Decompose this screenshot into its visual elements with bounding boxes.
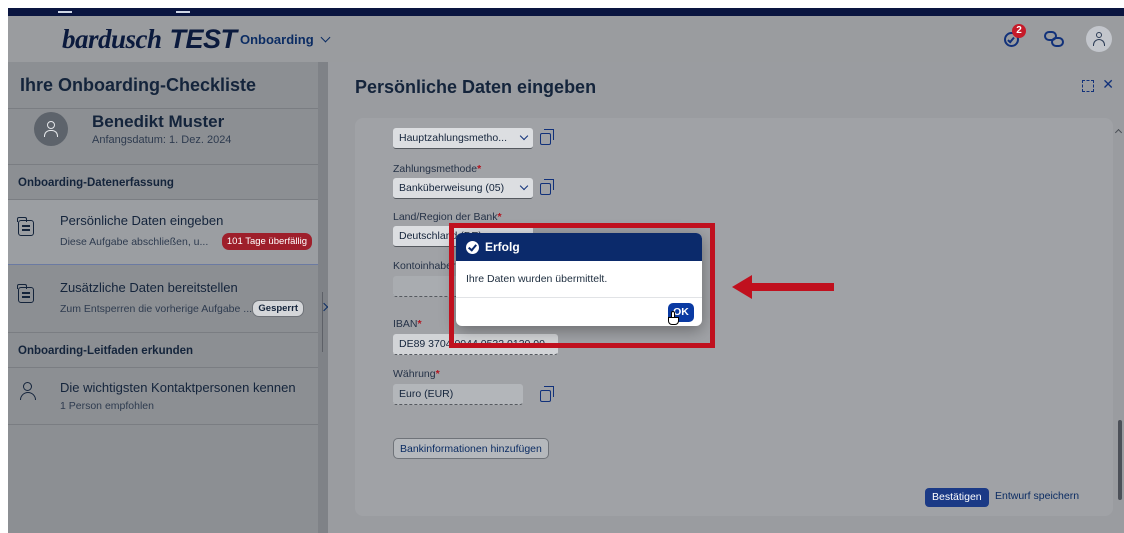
currency-input[interactable]: Euro (EUR) <box>393 384 523 405</box>
checklist-title: Ihre Onboarding-Checkliste <box>20 75 257 95</box>
notification-count-badge: 2 <box>1012 24 1026 38</box>
task-subtitle: 1 Person empfohlen <box>60 400 154 412</box>
payment-method-label: Zahlungsmethode <box>393 163 478 175</box>
divider <box>8 108 318 109</box>
task-subtitle: Diese Aufgabe abschließen, u... <box>60 236 209 248</box>
profile-name: Benedikt Muster <box>92 112 225 131</box>
task-item-additional-data[interactable]: Zusätzliche Daten bereitstellen Zum Ents… <box>8 267 318 332</box>
person-icon <box>44 121 58 137</box>
locked-badge: Gesperrt <box>252 300 304 317</box>
user-avatar-icon <box>1093 32 1105 46</box>
detail-title: Persönliche Daten eingeben <box>355 77 597 97</box>
shell-bar: bardusch TEST Onboarding 2 <box>8 16 1124 62</box>
section-heading: Onboarding-Datenerfassung <box>8 166 318 200</box>
section-heading: Onboarding-Leitfaden erkunden <box>8 334 318 368</box>
chevron-down-icon <box>519 131 529 141</box>
overdue-badge: 101 Tage überfällig <box>221 233 312 250</box>
field-label: Kontoinhaber <box>393 260 456 272</box>
highlight-frame <box>449 223 715 348</box>
checklist-panel: Ihre Onboarding-Checkliste Benedikt Must… <box>8 62 318 533</box>
notifications-button[interactable]: 2 <box>1002 24 1026 50</box>
chat-icon[interactable] <box>1044 30 1066 48</box>
close-icon[interactable]: ✕ <box>1102 76 1114 93</box>
list-icon <box>17 284 34 303</box>
scrollbar-thumb[interactable] <box>1118 420 1122 500</box>
expand-icon[interactable] <box>1082 80 1094 92</box>
panel-splitter[interactable] <box>318 62 329 533</box>
copy-icon[interactable] <box>540 179 554 195</box>
detail-panel: Persönliche Daten eingeben ✕ Hauptzahlun… <box>328 62 1124 533</box>
profile-avatar <box>34 112 68 146</box>
divider <box>8 424 318 425</box>
field-label: Zahlungsmethode* <box>393 163 482 175</box>
save-draft-button[interactable]: Entwurf speichern <box>995 490 1079 502</box>
profile-start-date: Anfangsdatum: 1. Dez. 2024 <box>92 134 232 146</box>
shell-actions: 2 <box>1002 24 1112 52</box>
task-title: Die wichtigsten Kontaktpersonen kennen <box>60 380 296 395</box>
iban-label: IBAN <box>393 318 418 330</box>
field-label: Währung* <box>393 368 440 380</box>
strip-mark <box>58 11 72 13</box>
task-item-contacts[interactable]: Die wichtigsten Kontaktpersonen kennen 1… <box>8 368 318 424</box>
contact-person-icon <box>20 382 36 400</box>
browser-strip <box>8 8 1124 16</box>
company-logo[interactable]: bardusch TEST <box>62 24 237 55</box>
task-title: Zusätzliche Daten bereitstellen <box>60 280 238 295</box>
logo-text: bardusch <box>62 24 162 54</box>
user-avatar-button[interactable] <box>1086 26 1112 52</box>
payment-method-select[interactable]: Banküberweisung (05) <box>393 178 533 199</box>
bank-country-label: Land/Region der Bank <box>393 211 498 223</box>
task-item-personal-data[interactable]: Persönliche Daten eingeben Diese Aufgabe… <box>8 200 318 265</box>
add-bank-info-button[interactable]: Bankinformationen hinzufügen <box>393 438 549 459</box>
app-frame: bardusch TEST Onboarding 2 Ihre Onboardin… <box>8 8 1124 533</box>
payment-type-value: Hauptzahlungsmetho... <box>399 132 507 144</box>
logo-suffix: TEST <box>169 24 238 54</box>
form-icon <box>17 217 34 236</box>
field-label: IBAN* <box>393 318 422 330</box>
divider <box>8 164 318 165</box>
field-label: Land/Region der Bank* <box>393 211 502 223</box>
task-subtitle: Zum Entsperren die vorherige Aufgabe ... <box>60 303 253 315</box>
copy-icon[interactable] <box>540 129 554 145</box>
chevron-down-icon <box>519 181 529 191</box>
task-title: Persönliche Daten eingeben <box>60 213 224 228</box>
scroll-up-icon[interactable] <box>1114 128 1123 137</box>
payment-type-select[interactable]: Hauptzahlungsmetho... <box>393 128 533 149</box>
product-menu-label: Onboarding <box>240 32 314 47</box>
currency-label: Währung <box>393 368 436 380</box>
chevron-down-icon <box>320 32 331 43</box>
payment-method-value: Banküberweisung (05) <box>399 182 505 194</box>
divider <box>8 332 318 333</box>
splitter-grip <box>322 292 323 352</box>
chat-bubble <box>1051 37 1064 47</box>
copy-icon[interactable] <box>540 386 554 402</box>
pointer-arrow-icon <box>732 275 834 299</box>
product-menu-button[interactable]: Onboarding <box>240 32 331 47</box>
confirm-button[interactable]: Bestätigen <box>925 488 989 507</box>
strip-mark <box>176 11 190 13</box>
